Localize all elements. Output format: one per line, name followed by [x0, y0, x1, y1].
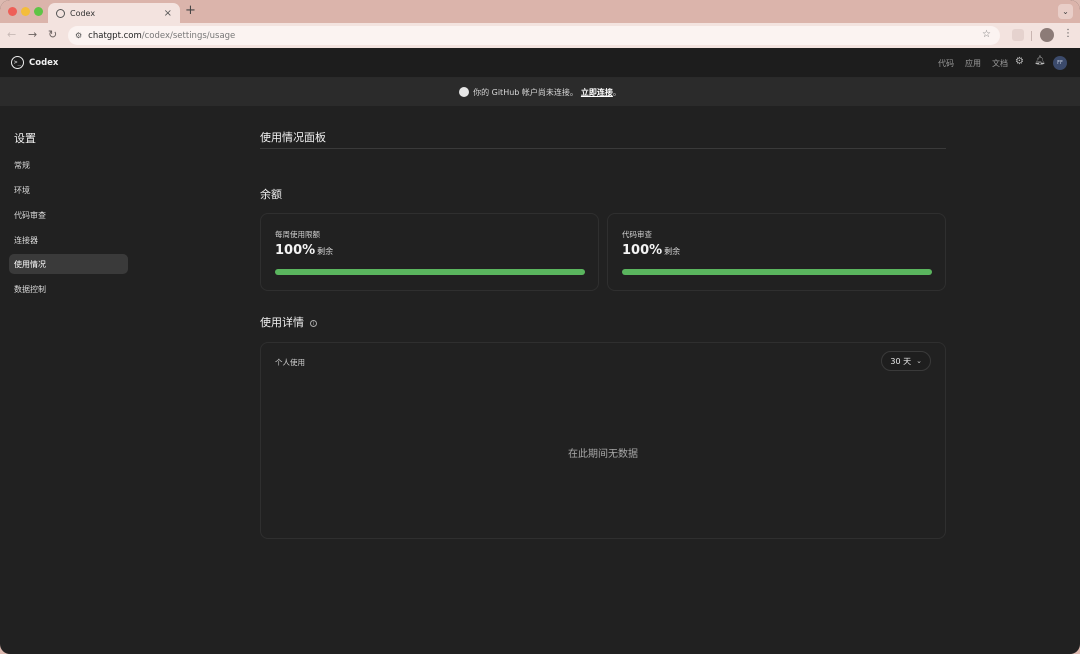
github-icon	[459, 87, 470, 97]
personal-usage-label: 个人使用	[275, 358, 305, 367]
banner-text: 你的 GitHub 帐户尚未连接。	[473, 87, 578, 97]
card-label: 每周使用限额	[275, 230, 320, 239]
tab-title: Codex	[70, 8, 96, 18]
banner-suffix: 。	[612, 87, 621, 97]
sidebar-item-code-review[interactable]: 代码审查	[9, 205, 128, 225]
close-window-button[interactable]	[8, 7, 17, 16]
card-value: 100% 剩余	[275, 243, 333, 258]
card-value: 100% 剩余	[622, 243, 680, 258]
sidebar-item-usage[interactable]: 使用情况	[9, 254, 128, 274]
page-title: 使用情况面板	[260, 131, 326, 144]
card-label: 代码审查	[622, 230, 652, 239]
codex-favicon-icon	[56, 8, 65, 18]
site-settings-icon[interactable]: ⚙	[75, 31, 82, 40]
usage-details-title: 使用详情 i	[260, 314, 317, 330]
minimize-window-button[interactable]	[21, 7, 30, 16]
progress-bar	[275, 269, 585, 275]
weekly-limit-card: 每周使用限额 100% 剩余	[260, 213, 599, 291]
sidebar-item-data-controls[interactable]: 数据控制	[9, 279, 128, 299]
app-header: >_ Codex 代码 应用 文档 ⚙ 🔔︎ FF	[0, 48, 1080, 78]
logo-text: Codex	[29, 57, 59, 68]
connect-now-link[interactable]: 立即连接	[581, 87, 613, 98]
user-avatar[interactable]: FF	[1053, 56, 1067, 70]
sidebar-item-connectors[interactable]: 连接器	[9, 230, 128, 250]
sidebar-item-environments[interactable]: 环境	[9, 180, 128, 200]
card-suffix: 剩余	[317, 247, 334, 256]
tab-close-icon[interactable]: ×	[164, 8, 172, 19]
github-connect-banner: 你的 GitHub 帐户尚未连接。 立即连接 。	[0, 78, 1080, 106]
usage-details-card: 个人使用 30 天 ⌄ 在此期间无数据	[260, 342, 946, 539]
progress-fill	[622, 269, 932, 275]
sidebar-title: 设置	[14, 132, 36, 145]
header-link-code[interactable]: 代码	[938, 58, 954, 69]
settings-gear-icon[interactable]: ⚙	[1015, 56, 1024, 67]
notification-bell-icon[interactable]: 🔔︎	[1034, 56, 1045, 66]
date-range-value: 30 天	[890, 356, 912, 366]
header-link-apps[interactable]: 应用	[965, 58, 981, 69]
maximize-window-button[interactable]	[34, 7, 43, 16]
card-percent: 100%	[622, 243, 663, 258]
progress-bar	[622, 269, 932, 275]
progress-fill	[275, 269, 585, 275]
header-link-docs[interactable]: 文档	[992, 58, 1008, 69]
settings-sidebar: 设置 常规 环境 代码审查 连接器 使用情况 数据控制	[0, 106, 140, 654]
codex-logo[interactable]: >_ Codex	[11, 56, 58, 69]
reload-icon[interactable]: ↻	[48, 28, 57, 41]
date-range-select[interactable]: 30 天 ⌄	[881, 351, 931, 371]
browser-tab[interactable]: Codex ×	[48, 3, 180, 23]
card-percent: 100%	[275, 243, 316, 258]
title-divider	[260, 148, 946, 149]
usage-details-text: 使用详情	[260, 316, 304, 329]
browser-toolbar: ← → ↻ ⚙ chatgpt.com/codex/settings/usage…	[0, 23, 1080, 48]
tab-search-button[interactable]: ⌄	[1058, 4, 1073, 19]
tab-bar: Codex × + ⌄	[0, 0, 1080, 23]
back-arrow-icon[interactable]: ←	[7, 28, 16, 41]
new-tab-button[interactable]: +	[185, 3, 196, 18]
address-bar[interactable]: ⚙ chatgpt.com/codex/settings/usage ☆	[68, 26, 1000, 45]
empty-state-text: 在此期间无数据	[568, 449, 638, 460]
browser-menu-icon[interactable]: ⋮	[1063, 28, 1073, 39]
sidebar-item-general[interactable]: 常规	[9, 155, 128, 175]
bookmark-star-icon[interactable]: ☆	[982, 29, 991, 40]
card-suffix: 剩余	[664, 247, 681, 256]
header-nav: 代码 应用 文档	[938, 58, 1008, 69]
extension-icon[interactable]	[1012, 29, 1024, 41]
chevron-down-icon: ⌄	[916, 357, 922, 365]
info-icon[interactable]: i	[310, 319, 317, 327]
code-review-card: 代码审查 100% 剩余	[607, 213, 946, 291]
codex-logo-icon: >_	[11, 56, 24, 69]
profile-avatar-icon[interactable]	[1040, 28, 1054, 42]
browser-window: Codex × + ⌄ ← → ↻ ⚙ chatgpt.com/codex/se…	[0, 0, 1080, 654]
toolbar-divider	[1031, 31, 1032, 41]
url-path: /codex/settings/usage	[141, 30, 236, 41]
forward-arrow-icon[interactable]: →	[28, 28, 37, 41]
url-host: chatgpt.com	[88, 30, 142, 41]
balance-section-title: 余额	[260, 188, 282, 201]
